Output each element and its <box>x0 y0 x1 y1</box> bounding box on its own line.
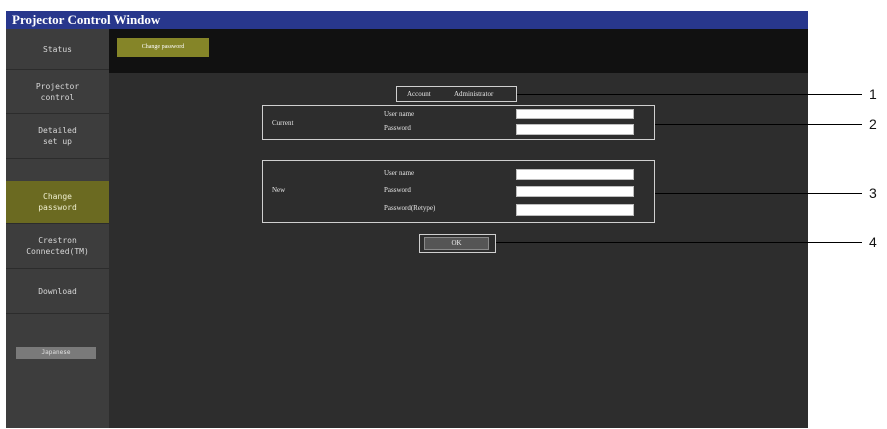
new-section-label: New <box>272 186 286 194</box>
sidebar-item-download[interactable]: Download <box>6 269 109 314</box>
sidebar-item-projector-control[interactable]: Projector control <box>6 70 109 114</box>
callout-line-1 <box>517 94 862 95</box>
callout-number-4: 4 <box>869 234 877 250</box>
top-toolbar: Change password <box>109 29 808 73</box>
language-button[interactable]: Japanese <box>16 347 96 359</box>
new-password-label: Password <box>384 186 411 194</box>
current-password-label: Password <box>384 124 411 132</box>
current-username-label: User name <box>384 110 415 118</box>
current-password-input[interactable] <box>516 124 634 135</box>
callout-line-2 <box>655 124 862 125</box>
callout-line-3 <box>655 193 862 194</box>
callout-number-3: 3 <box>869 185 877 201</box>
account-label: Account <box>407 90 431 98</box>
sidebar-item-crestron-connected[interactable]: Crestron Connected(TM) <box>6 224 109 269</box>
callout-line-4 <box>496 242 862 243</box>
sidebar-item-change-password[interactable]: Change password <box>6 181 109 224</box>
ok-button[interactable]: OK <box>424 237 489 250</box>
title-bar: Projector Control Window <box>6 11 808 29</box>
current-section-label: Current <box>272 119 294 127</box>
new-password-retype-label: Password(Retype) <box>384 204 436 212</box>
change-password-tab-button[interactable]: Change password <box>117 38 209 57</box>
current-username-input[interactable] <box>516 109 634 119</box>
new-password-input[interactable] <box>516 186 634 197</box>
callout-number-1: 1 <box>869 86 877 102</box>
new-password-retype-input[interactable] <box>516 204 634 216</box>
new-username-input[interactable] <box>516 169 634 180</box>
sidebar-item-detailed-set-up[interactable]: Detailed set up <box>6 114 109 159</box>
sidebar-item-status[interactable]: Status <box>6 29 109 70</box>
callout-number-2: 2 <box>869 116 877 132</box>
new-username-label: User name <box>384 169 415 177</box>
account-value: Administrator <box>454 90 494 98</box>
sidebar: Status Projector control Detailed set up… <box>6 29 109 428</box>
window-title: Projector Control Window <box>12 12 161 27</box>
